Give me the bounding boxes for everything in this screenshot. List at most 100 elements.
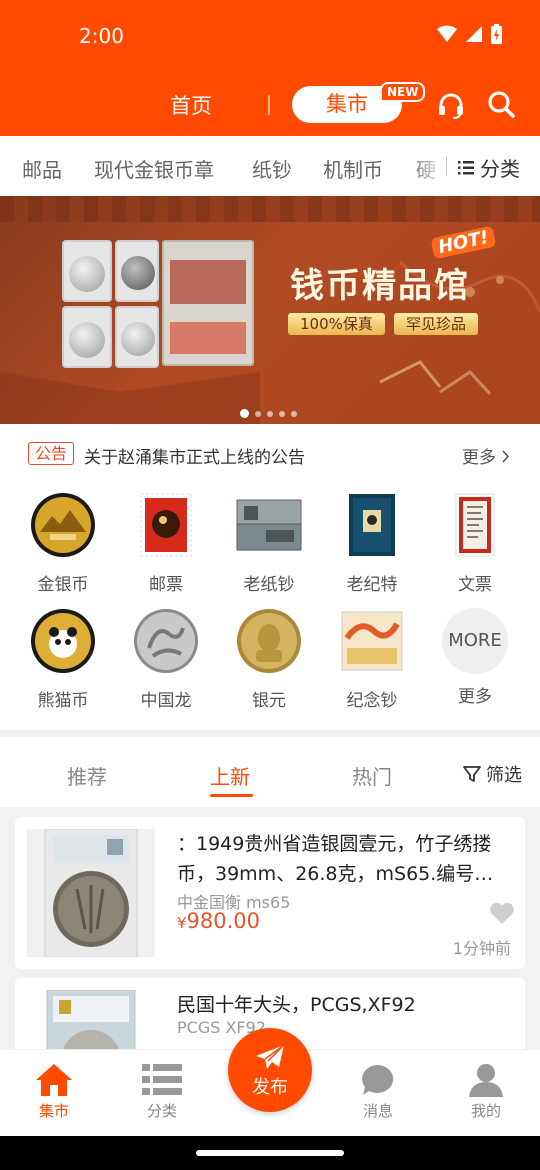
old-banknote-icon bbox=[236, 499, 302, 551]
grid-label: 文票 bbox=[458, 575, 492, 595]
price-currency: ¥ bbox=[177, 914, 187, 932]
nav-tab-label: 我的 bbox=[470, 1102, 501, 1120]
list-icon bbox=[142, 1064, 182, 1095]
listing-image bbox=[27, 828, 155, 958]
grid-item-commemorative-note[interactable]: 纪念钞 bbox=[322, 608, 422, 711]
grid-item-stamp[interactable]: 邮票 bbox=[116, 492, 216, 595]
silver-dollar-icon bbox=[237, 609, 301, 673]
nav-tab-label: 分类 bbox=[146, 1102, 177, 1120]
listing-tabs: 推荐 上新 热门 筛选 bbox=[0, 737, 540, 807]
notice-text[interactable]: 关于赵涌集市正式上线的公告 bbox=[84, 443, 305, 468]
grid-label: 银元 bbox=[252, 691, 286, 711]
tab-recommend[interactable]: 推荐 bbox=[67, 761, 107, 790]
category-item[interactable]: 邮品 bbox=[22, 154, 62, 183]
signal-icon bbox=[466, 26, 482, 42]
category-item[interactable]: 机制币 bbox=[323, 154, 383, 183]
nav-tab-messages[interactable]: 消息 bbox=[338, 1060, 418, 1121]
app-header: 2:00 首页 集市 NEW bbox=[0, 0, 540, 136]
grid-label: 中国龙 bbox=[140, 691, 192, 711]
listing-card[interactable]: ：1949贵州省造银圆壹元，竹子绣搂币，39mm、26.8克，mS65.编号… … bbox=[15, 817, 525, 969]
nav-tab-market[interactable]: 集市 bbox=[14, 1060, 94, 1121]
grid-label: 老纸钞 bbox=[243, 575, 295, 595]
tab-hot[interactable]: 热门 bbox=[352, 761, 392, 790]
banner-title: 钱币精品馆 bbox=[290, 266, 470, 306]
grid-item-old-commemorative[interactable]: 老纪特 bbox=[322, 492, 422, 595]
chevron-right-icon bbox=[502, 450, 510, 463]
panda-coin-icon bbox=[31, 609, 95, 673]
headset-icon[interactable] bbox=[437, 91, 465, 119]
pagination-dot[interactable] bbox=[267, 410, 273, 417]
list-icon bbox=[458, 160, 474, 174]
grid-label: 更多 bbox=[458, 687, 492, 707]
nav-tab-category[interactable]: 分类 bbox=[122, 1060, 202, 1121]
promo-banner[interactable]: HOT! bbox=[0, 196, 540, 424]
wifi-icon bbox=[437, 25, 457, 42]
user-icon bbox=[469, 1064, 503, 1097]
filter-button[interactable]: 筛选 bbox=[462, 761, 522, 787]
quick-entry-panel: 公告 关于赵涌集市正式上线的公告 更多 金银币 邮票 老纸钞 老纪特 文票 熊猫… bbox=[0, 424, 540, 730]
chinese-dragon-coin-icon bbox=[134, 609, 198, 673]
grid-item-panda-coin[interactable]: 熊猫币 bbox=[13, 608, 113, 711]
publish-label: 发布 bbox=[252, 1077, 288, 1098]
grid-label: 金银币 bbox=[37, 575, 89, 595]
category-separator bbox=[446, 156, 447, 176]
commemorative-note-icon bbox=[341, 611, 403, 671]
message-icon bbox=[362, 1065, 394, 1095]
nav-divider bbox=[268, 95, 270, 115]
tab-new[interactable]: 上新 bbox=[210, 761, 250, 790]
grid-label: 老纪特 bbox=[346, 575, 398, 595]
new-badge: NEW bbox=[380, 82, 426, 102]
grid-item-old-banknote[interactable]: 老纸钞 bbox=[219, 492, 319, 595]
nav-tab-profile[interactable]: 我的 bbox=[446, 1060, 526, 1121]
notice-more-label: 更多 bbox=[462, 448, 496, 468]
nav-tab-label: 集市 bbox=[38, 1102, 69, 1120]
system-status-icons bbox=[437, 24, 502, 44]
battery-icon bbox=[491, 24, 502, 44]
listing-time: 1分钟前 bbox=[452, 939, 511, 958]
banner-collectibles-image bbox=[62, 240, 262, 370]
active-tab-indicator bbox=[210, 794, 253, 797]
listing-price: ¥980.00 bbox=[177, 909, 260, 933]
grid-item-cultural-stamp[interactable]: 文票 bbox=[425, 492, 525, 595]
listing-image bbox=[27, 989, 155, 1058]
category-fade bbox=[408, 136, 448, 196]
pagination-dot[interactable] bbox=[291, 410, 297, 417]
favorite-heart-icon[interactable] bbox=[489, 901, 515, 925]
home-indicator[interactable] bbox=[196, 1150, 344, 1156]
price-value: 980.00 bbox=[186, 909, 261, 933]
stamp-icon bbox=[140, 493, 192, 557]
grid-item-chinese-dragon[interactable]: 中国龙 bbox=[116, 608, 216, 711]
publish-button[interactable]: 发布 bbox=[228, 1028, 312, 1112]
notice-more-link[interactable]: 更多 bbox=[462, 443, 510, 468]
gold-silver-coin-icon bbox=[31, 493, 95, 557]
cultural-stamp-icon bbox=[455, 493, 495, 557]
banner-tag: 100%保真 bbox=[288, 313, 385, 335]
pagination-dot-active[interactable] bbox=[240, 409, 249, 418]
paper-plane-icon bbox=[256, 1044, 285, 1069]
nav-home[interactable]: 首页 bbox=[170, 90, 212, 120]
filter-label: 筛选 bbox=[486, 765, 522, 786]
banknote-slab bbox=[162, 240, 254, 366]
nav-tab-label: 消息 bbox=[362, 1102, 393, 1120]
category-more-button[interactable]: 分类 bbox=[458, 153, 520, 182]
category-item[interactable]: 现代金银币章 bbox=[94, 154, 214, 183]
home-icon bbox=[36, 1064, 72, 1096]
more-icon: MORE bbox=[442, 608, 508, 674]
notice-badge: 公告 bbox=[28, 442, 75, 465]
listing-title: 民国十年大头，PCGS,XF92 bbox=[177, 994, 416, 1016]
grid-item-silver-dollar[interactable]: 银元 bbox=[219, 608, 319, 711]
grid-item-more[interactable]: MORE 更多 bbox=[425, 608, 525, 707]
category-more-label: 分类 bbox=[480, 157, 520, 181]
status-time: 2:00 bbox=[79, 24, 124, 48]
banner-decor bbox=[0, 196, 540, 222]
pagination-dot[interactable] bbox=[279, 410, 285, 417]
pagination-dot[interactable] bbox=[255, 410, 261, 417]
old-commemorative-stamp-icon bbox=[349, 494, 395, 556]
listing-title: ：1949贵州省造银圆壹元，竹子绣搂币，39mm、26.8克，mS65.编号… bbox=[177, 833, 494, 885]
search-icon[interactable] bbox=[487, 90, 515, 118]
category-item[interactable]: 纸钞 bbox=[252, 154, 292, 183]
graded-coin-image bbox=[46, 989, 136, 1058]
category-bar: 邮品 现代金银币章 纸钞 机制币 硬 分类 bbox=[0, 136, 540, 196]
grid-item-gold-silver-coin[interactable]: 金银币 bbox=[13, 492, 113, 595]
grid-label: 纪念钞 bbox=[346, 691, 398, 711]
